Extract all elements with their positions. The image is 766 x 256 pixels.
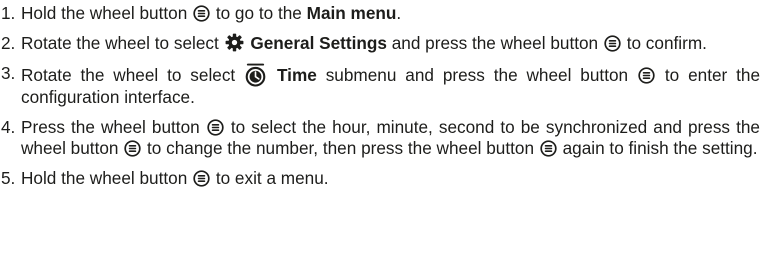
step-text: to change the number, then press the whe… [147, 138, 535, 158]
step-number: 2. [1, 33, 16, 53]
step-number: 5. [1, 168, 16, 188]
step-text: again to finish the setting. [562, 138, 758, 158]
step-text: submenu and press the wheel button [325, 65, 629, 85]
step-text: . [396, 3, 402, 23]
clock-icon [245, 63, 266, 87]
instruction-page: 1. Hold the wheel button to go to the Ma… [0, 0, 766, 256]
step-number: 1. [1, 3, 16, 23]
wheel-button-icon [193, 5, 210, 22]
step-text: Hold the wheel button [21, 3, 188, 23]
general-settings-label: General Settings [250, 33, 387, 53]
wheel-button-icon [540, 140, 557, 157]
step-text: Press the wheel button [21, 117, 200, 137]
step-number: 4. [1, 117, 16, 137]
wheel-button-icon [124, 140, 141, 157]
main-menu-label: Main menu [306, 3, 397, 23]
instruction-step-1: 1. Hold the wheel button to go to the Ma… [1, 3, 760, 24]
time-label: Time [276, 65, 317, 85]
step-text: Rotate the wheel to select [21, 33, 219, 53]
instruction-step-3: 3. Rotate the wheel to select Time subme… [1, 63, 760, 108]
step-text: Hold the wheel button [21, 168, 188, 188]
step-text: and press the wheel button [391, 33, 599, 53]
instruction-step-4: 4. Press the wheel button to select the … [1, 117, 760, 159]
wheel-button-icon [207, 119, 224, 136]
step-text: to exit a menu. [215, 168, 329, 188]
step-number: 3. [1, 63, 16, 83]
step-text: to confirm. [626, 33, 707, 53]
instruction-steps: 1. Hold the wheel button to go to the Ma… [1, 3, 760, 189]
step-text: Rotate the wheel to select [21, 65, 236, 85]
instruction-step-2: 2. Rotate the wheel to select General Se… [1, 33, 760, 54]
step-text: to go to the [215, 3, 302, 23]
wheel-button-icon [638, 67, 655, 84]
gear-icon [225, 33, 244, 52]
wheel-button-icon [193, 170, 210, 187]
instruction-step-5: 5. Hold the wheel button to exit a menu. [1, 168, 760, 189]
wheel-button-icon [604, 35, 621, 52]
